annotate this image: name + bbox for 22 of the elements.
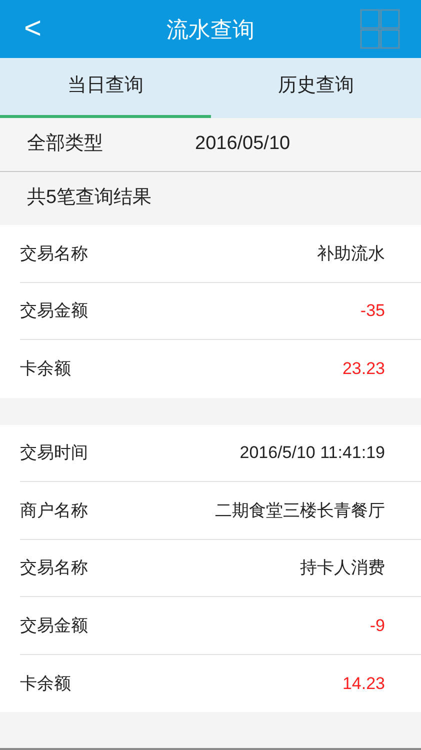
field-value: 2016/5/10 11:41:19 — [240, 442, 385, 464]
field-value: 二期食堂三楼长青餐厅 — [215, 500, 385, 522]
field-value: 23.23 — [342, 358, 385, 380]
grid-icon[interactable] — [360, 9, 400, 49]
type-filter[interactable]: 全部类型 — [27, 130, 103, 159]
page-title: 流水查询 — [166, 16, 254, 44]
field-value: -35 — [360, 300, 385, 322]
field-label: 交易时间 — [20, 442, 88, 464]
field-value: 持卡人消费 — [300, 557, 385, 579]
field-label: 交易名称 — [20, 242, 88, 264]
field-label: 交易金额 — [20, 300, 88, 322]
field-label: 卡余额 — [20, 672, 71, 694]
date-filter[interactable]: 2016/05/10 — [195, 130, 290, 159]
field-label: 交易金额 — [20, 614, 88, 636]
field-label: 交易名称 — [20, 557, 88, 579]
field-value: 14.23 — [342, 672, 385, 694]
result-count: 共5笔查询结果 — [27, 186, 152, 210]
field-value: 补助流水 — [317, 242, 385, 264]
field-label: 卡余额 — [20, 358, 71, 380]
tab[interactable]: 历史查询 — [210, 58, 421, 118]
field-value: -9 — [370, 614, 385, 636]
field-label: 商户名称 — [20, 500, 88, 522]
